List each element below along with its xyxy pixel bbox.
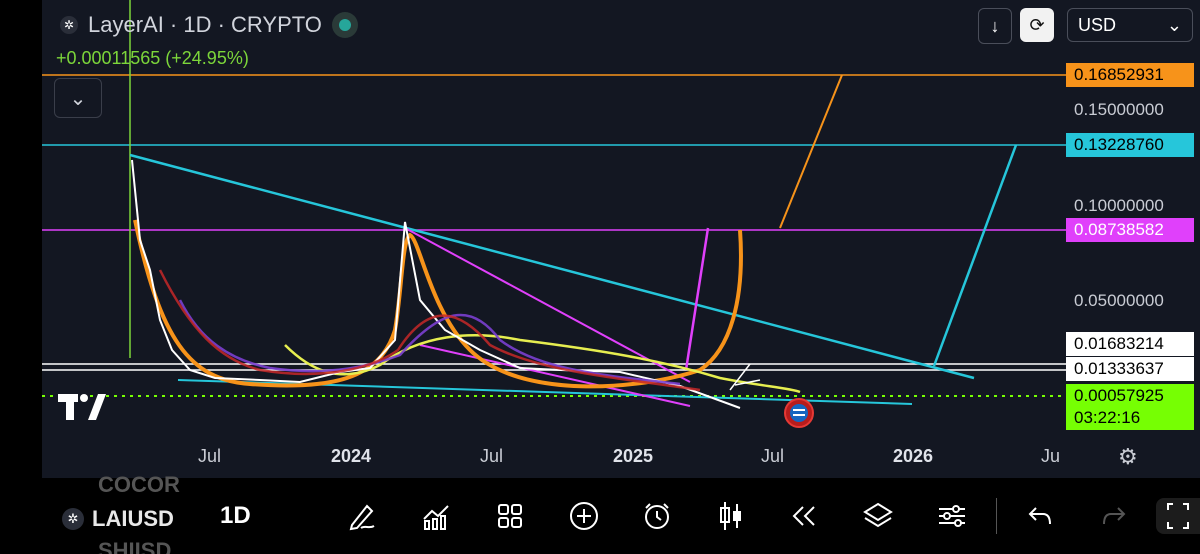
countdown-label: 03:22:16	[1066, 406, 1194, 430]
currency-select[interactable]: USD ⌄	[1067, 8, 1193, 42]
fullscreen-icon[interactable]	[1156, 498, 1200, 534]
price-label-white-2: 0.01333637	[1066, 357, 1194, 381]
interval-button[interactable]: 1D	[220, 502, 251, 530]
replay-rewind-icon[interactable]	[784, 498, 824, 534]
projection-orange	[779, 74, 843, 229]
x-tick: Ju	[1041, 446, 1061, 466]
chevron-down-icon: ⌄	[1166, 14, 1182, 35]
alert-clock-icon[interactable]	[637, 498, 677, 534]
symbol-name: LAIUSD	[92, 506, 174, 531]
symbol-ghost-above: COCOR	[98, 472, 180, 497]
symbol-header[interactable]: ✲ LayerAI · 1D · CRYPTO	[60, 12, 358, 38]
x-tick: Jul	[761, 446, 785, 466]
layouts-grid-icon[interactable]	[490, 498, 530, 534]
projection-cyan	[932, 144, 1018, 367]
layerai-logo-icon: ✲	[60, 16, 78, 34]
refresh-icon[interactable]: ⟳	[1020, 8, 1054, 42]
redo-icon[interactable]	[1094, 498, 1134, 534]
chart-settings-gear-icon[interactable]: ⚙	[1118, 444, 1138, 470]
tradingview-logo-icon	[58, 388, 106, 438]
x-tick: 2024	[331, 446, 372, 466]
collapse-legend-button[interactable]: ⌄	[54, 78, 102, 118]
projection-magenta	[684, 227, 710, 371]
x-tick: 2026	[893, 446, 934, 466]
symbol-title: LayerAI · 1D · CRYPTO	[88, 12, 322, 37]
price-tick: 0.05000000	[1074, 291, 1164, 310]
download-arrow-button[interactable]: ↓	[978, 8, 1012, 44]
current-price-label: 0.00057925	[1066, 384, 1194, 408]
undo-icon[interactable]	[1020, 498, 1060, 534]
white-price-path	[131, 159, 741, 409]
price-label-orange: 0.16852931	[1066, 63, 1194, 87]
x-tick: 2025	[613, 446, 654, 466]
price-chart-drawing[interactable]	[0, 0, 1200, 478]
symbol-ghost-below: SHIISD	[98, 538, 172, 554]
pen-draw-icon[interactable]	[342, 498, 382, 534]
currency-label: USD	[1078, 14, 1117, 35]
add-circle-icon[interactable]	[564, 498, 604, 534]
price-label-white-1: 0.01683214	[1066, 332, 1194, 356]
symbol-selector[interactable]: ✲ LAIUSD	[62, 506, 174, 532]
market-status-icon[interactable]	[331, 12, 358, 38]
layers-icon[interactable]	[858, 498, 898, 534]
layerai-logo-icon: ✲	[62, 508, 84, 530]
price-label-magenta: 0.08738582	[1066, 218, 1194, 242]
price-tick: 0.10000000	[1074, 196, 1164, 215]
toolbar-divider	[996, 498, 997, 534]
candles-icon[interactable]	[711, 498, 751, 534]
x-tick: Jul	[480, 446, 504, 466]
settings-sliders-icon[interactable]	[932, 498, 972, 534]
price-change: +0.00011565 (+24.95%)	[56, 48, 249, 68]
price-tick: 0.15000000	[1074, 100, 1164, 119]
price-label-cyan: 0.13228760	[1066, 133, 1194, 157]
indicators-icon[interactable]	[416, 498, 456, 534]
white-mark-1	[729, 363, 751, 391]
x-tick: Jul	[198, 446, 222, 466]
